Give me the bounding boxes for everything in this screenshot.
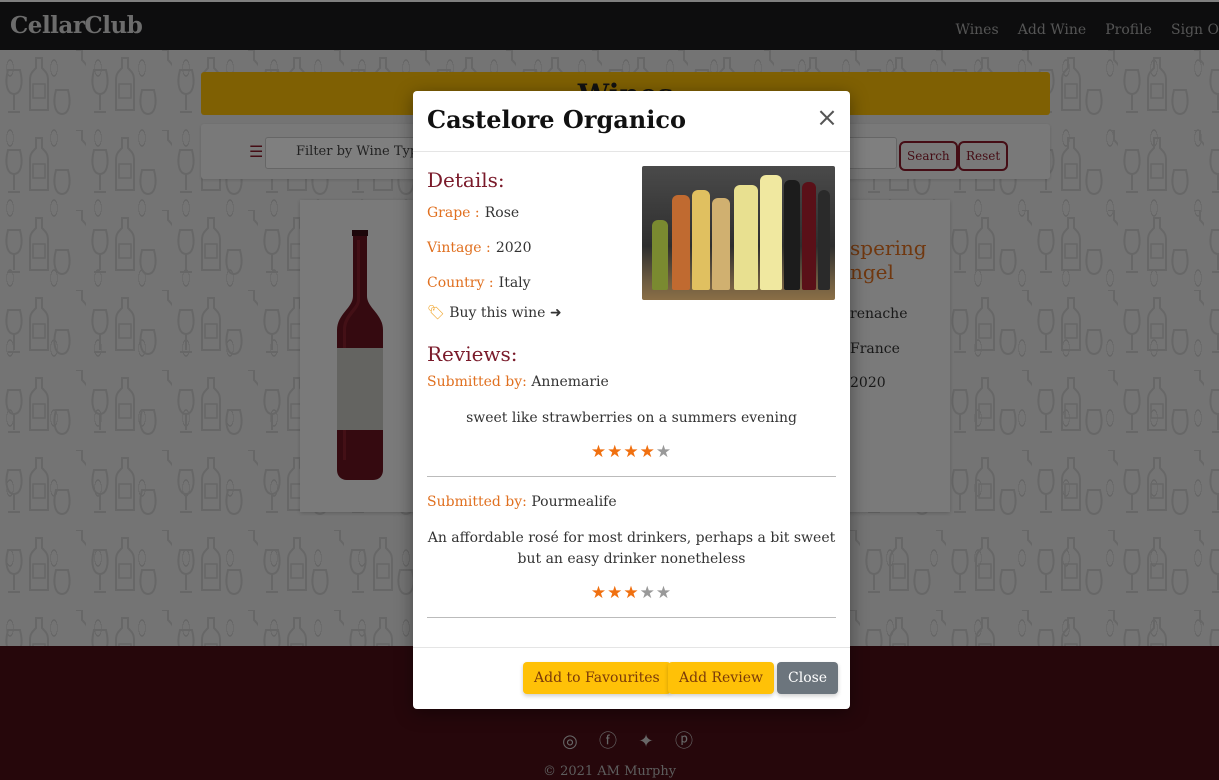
vintage-label: Vintage : (427, 240, 491, 256)
star-icon: ★ (639, 583, 656, 603)
star-icon: ★ (639, 442, 656, 462)
star-icon: ★ (590, 442, 608, 462)
close-button[interactable]: Close (777, 662, 839, 694)
review-text: sweet like strawberries on a summers eve… (466, 410, 797, 426)
star-icon: ★ (623, 583, 640, 603)
review-submitted-by: Submitted by: Annemarie (427, 374, 609, 390)
review-divider (427, 476, 836, 477)
add-to-favourites-button[interactable]: Add to Favourites (523, 662, 671, 694)
add-review-button[interactable]: Add Review (668, 662, 774, 694)
detail-vintage: Vintage : 2020 (427, 237, 531, 256)
reviews-heading: Reviews: (427, 342, 518, 366)
review-rating: ★★★★★ (427, 583, 836, 603)
star-icon: ★ (607, 442, 624, 462)
vintage-value: 2020 (495, 240, 532, 256)
star-icon: ★ (623, 442, 640, 462)
wine-bottles-photo (642, 166, 835, 300)
star-icon: ★ (655, 442, 673, 462)
detail-country: Country : Italy (427, 272, 531, 291)
modal-header: Castelore Organico × (413, 91, 850, 152)
arrow-right-icon: ➜ (549, 305, 562, 321)
review-author: Annemarie (531, 374, 609, 390)
review-text: An affordable rosé for most drinkers, pe… (427, 530, 836, 567)
details-heading: Details: (427, 168, 505, 192)
tag-icon: 🏷 (427, 305, 445, 321)
star-icon: ★ (655, 583, 673, 603)
star-icon: ★ (607, 583, 624, 603)
grape-value: Rose (484, 205, 520, 221)
buy-wine-link[interactable]: 🏷 Buy this wine ➜ (427, 305, 562, 321)
close-icon[interactable]: × (816, 105, 838, 131)
country-label: Country : (427, 275, 494, 291)
review-divider (427, 617, 836, 618)
wine-detail-modal: Castelore Organico × Details: Grape : Ro… (413, 91, 850, 709)
buy-wine-label: Buy this wine (449, 305, 546, 321)
grape-label: Grape : (427, 205, 480, 221)
country-value: Italy (498, 275, 531, 291)
modal-body: Details: Grape : Rose Vintage : 2020 Cou… (413, 152, 850, 646)
star-icon: ★ (590, 583, 608, 603)
review-submitted-by: Submitted by: Pourmealife (427, 494, 617, 510)
review-rating: ★★★★★ (427, 442, 836, 462)
detail-grape: Grape : Rose (427, 202, 519, 221)
review-author: Pourmealife (531, 494, 617, 510)
modal-footer: Add to Favourites Add Review Close (413, 647, 850, 710)
modal-title: Castelore Organico (427, 105, 686, 134)
